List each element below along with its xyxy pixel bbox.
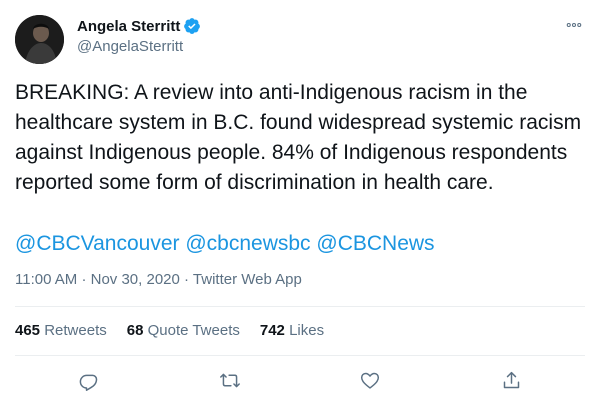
retweets-label: Retweets bbox=[44, 322, 107, 339]
reply-icon bbox=[79, 374, 97, 391]
tweet-meta: 11:00 AM · Nov 30, 2020 · Twitter Web Ap… bbox=[15, 271, 302, 288]
author-name-row: Angela Sterritt bbox=[77, 17, 201, 35]
tweet-actions bbox=[0, 367, 597, 393]
share-icon bbox=[503, 371, 519, 388]
divider bbox=[15, 306, 585, 307]
retweet-button[interactable] bbox=[217, 367, 243, 393]
retweets-stat[interactable]: 465 Retweets bbox=[15, 322, 107, 339]
author-handle[interactable]: @AngelaSterritt bbox=[77, 38, 183, 55]
like-button[interactable] bbox=[357, 367, 383, 393]
tweet-card: Angela Sterritt @AngelaSterritt BREAKING… bbox=[0, 0, 597, 405]
meta-separator: · bbox=[184, 271, 190, 288]
share-button[interactable] bbox=[498, 367, 524, 393]
heart-icon bbox=[360, 372, 380, 389]
quotes-stat[interactable]: 68 Quote Tweets bbox=[127, 322, 240, 339]
tweet-stats: 465 Retweets 68 Quote Tweets 742 Likes bbox=[15, 322, 344, 339]
quotes-count: 68 bbox=[126, 322, 144, 339]
tweet-text: BREAKING: A review into anti-Indigenous … bbox=[15, 81, 582, 194]
verified-badge-icon bbox=[184, 18, 201, 34]
author-avatar[interactable] bbox=[15, 15, 64, 64]
tweet-date[interactable]: Nov 30, 2020 bbox=[91, 271, 180, 288]
reply-button[interactable] bbox=[75, 367, 101, 393]
tweet-mentions: @CBCVancouver @cbcnewsbc @CBCNews bbox=[15, 229, 435, 259]
avatar-image bbox=[15, 15, 64, 64]
tweet-time[interactable]: 11:00 AM bbox=[15, 271, 77, 288]
likes-count: 742 bbox=[259, 322, 285, 339]
likes-stat[interactable]: 742 Likes bbox=[260, 322, 324, 339]
likes-label: Likes bbox=[289, 322, 325, 339]
quotes-label: Quote Tweets bbox=[147, 322, 240, 339]
retweets-count: 465 bbox=[15, 322, 41, 339]
mention-link[interactable]: @cbcnewsbc bbox=[185, 232, 310, 255]
author-display-name[interactable]: Angela Sterritt bbox=[77, 18, 180, 35]
mention-link[interactable]: @CBCVancouver bbox=[15, 232, 180, 255]
divider bbox=[15, 355, 585, 356]
retweet-icon bbox=[220, 373, 240, 387]
mention-link[interactable]: @CBCNews bbox=[316, 232, 434, 255]
more-options-icon[interactable] bbox=[563, 14, 585, 36]
ellipsis-icon bbox=[566, 22, 582, 28]
meta-separator: · bbox=[81, 271, 87, 288]
tweet-source[interactable]: Twitter Web App bbox=[193, 271, 302, 288]
